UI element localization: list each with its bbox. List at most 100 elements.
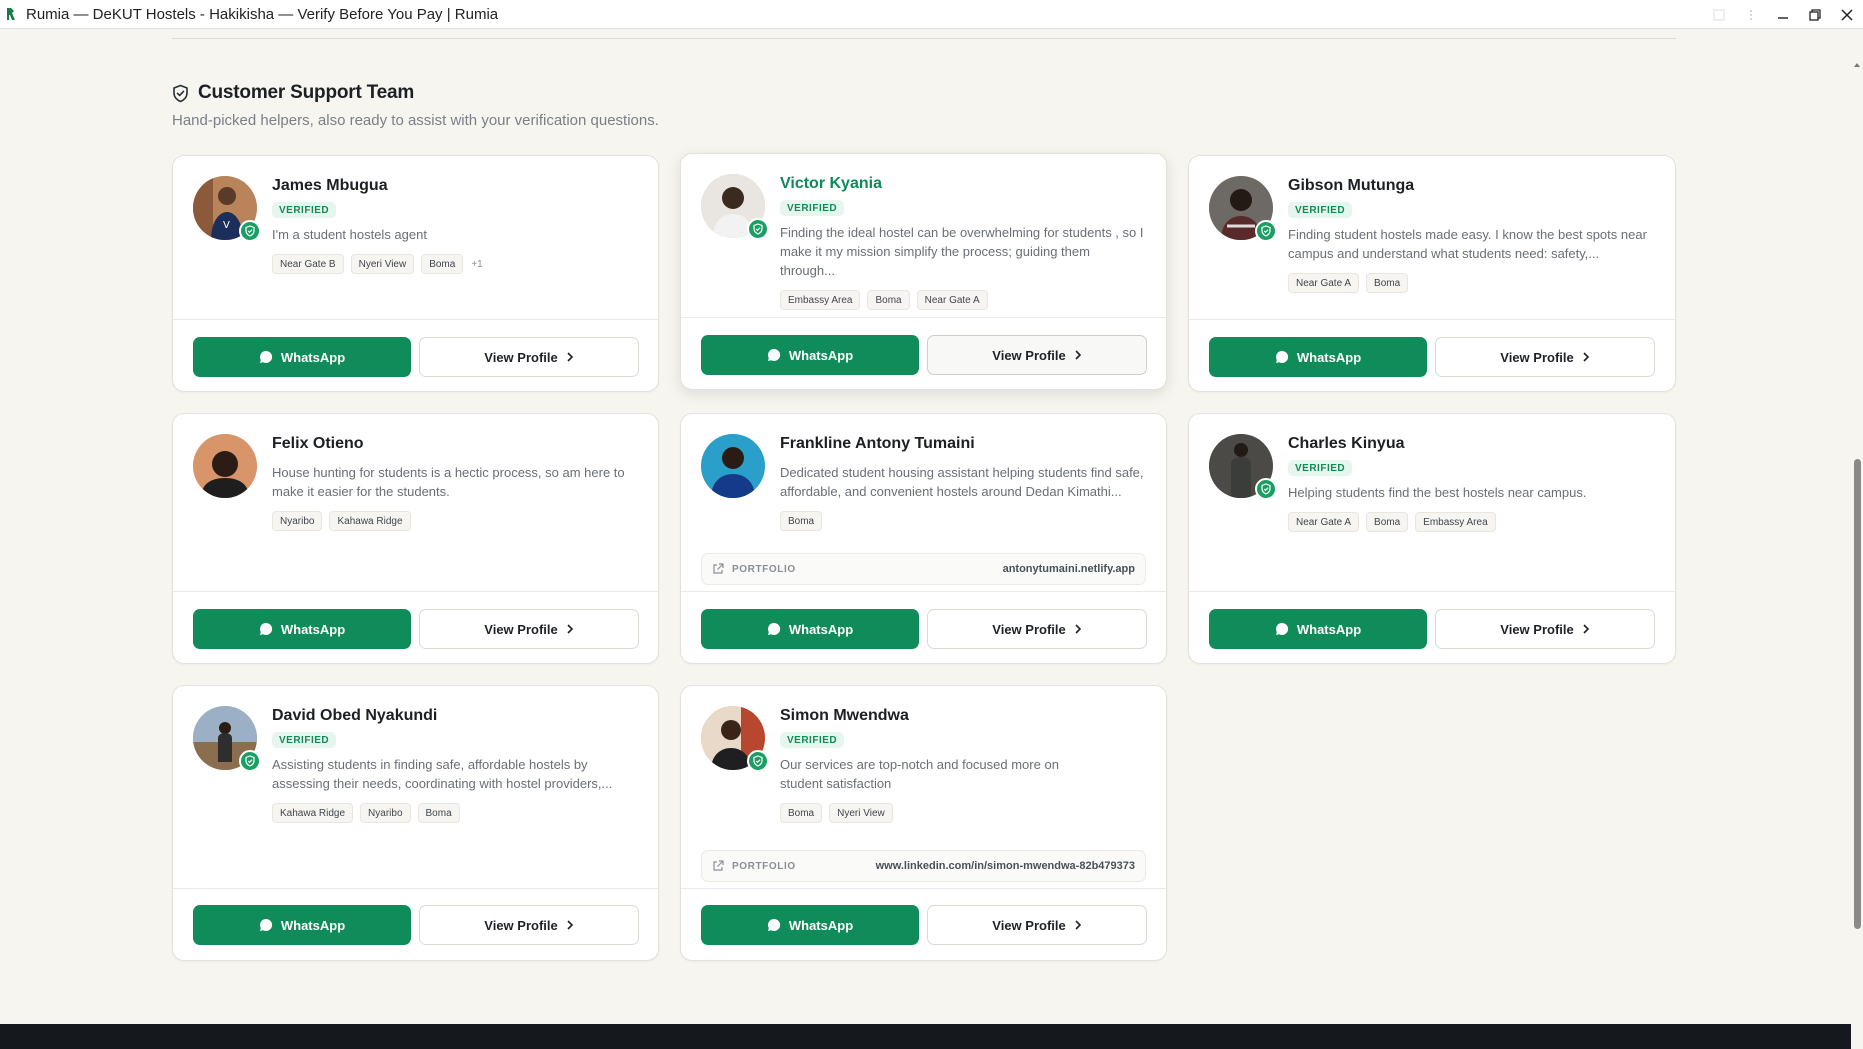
- agent-card: Felix Otieno House hunting for students …: [172, 413, 659, 664]
- chevron-right-icon: [1075, 920, 1081, 930]
- avatar: V: [193, 176, 261, 242]
- location-tag: Boma: [1366, 273, 1409, 293]
- agent-bio: I'm a student hostels agent: [272, 227, 427, 242]
- location-tag: Nyeri View: [350, 254, 415, 274]
- location-tags: Near Gate B Nyeri View Boma +1: [272, 254, 638, 274]
- agent-bio: House hunting for students is a hectic p…: [272, 465, 625, 499]
- chevron-right-icon: [567, 920, 573, 930]
- card-divider: [173, 591, 658, 592]
- agent-name[interactable]: Gibson Mutunga: [1288, 176, 1655, 196]
- agent-name[interactable]: Victor Kyania: [780, 174, 1146, 194]
- view-profile-button[interactable]: View Profile: [419, 609, 639, 649]
- whatsapp-button[interactable]: WhatsApp: [701, 335, 919, 375]
- whatsapp-button[interactable]: WhatsApp: [701, 609, 919, 649]
- view-profile-button[interactable]: View Profile: [1435, 337, 1655, 377]
- window-menu-icon[interactable]: [1735, 0, 1767, 29]
- location-tag: Kahawa Ridge: [329, 511, 411, 531]
- minimize-icon[interactable]: [1767, 0, 1799, 29]
- location-tag: Boma: [421, 254, 464, 274]
- view-profile-button[interactable]: View Profile: [1435, 609, 1655, 649]
- verified-check-icon: [1255, 478, 1277, 500]
- whatsapp-button[interactable]: WhatsApp: [1209, 609, 1427, 649]
- whatsapp-label: WhatsApp: [788, 917, 854, 933]
- verified-check-icon: [239, 750, 261, 772]
- chevron-right-icon: [567, 624, 573, 634]
- verified-check-icon: [747, 750, 769, 772]
- view-profile-button[interactable]: View Profile: [927, 609, 1147, 649]
- view-profile-label: View Profile: [484, 349, 558, 365]
- agent-name[interactable]: Felix Otieno: [272, 434, 638, 454]
- location-tag: Kahawa Ridge: [272, 803, 354, 823]
- agent-name[interactable]: Frankline Antony Tumaini: [780, 434, 1146, 454]
- agent-card: Victor Kyania VERIFIED Finding the ideal…: [680, 153, 1167, 390]
- agent-name[interactable]: Simon Mwendwa: [780, 706, 1066, 726]
- view-profile-button[interactable]: View Profile: [419, 337, 639, 377]
- view-profile-button[interactable]: View Profile: [927, 905, 1147, 945]
- shield-check-icon: [173, 84, 188, 102]
- location-tag: Near Gate B: [272, 254, 344, 274]
- location-tag: Boma: [780, 511, 823, 531]
- whatsapp-label: WhatsApp: [788, 347, 854, 363]
- location-tag: Near Gate A: [916, 290, 988, 310]
- page-scrollbar[interactable]: [1851, 29, 1863, 1024]
- agent-bio: Assisting students in finding safe, affo…: [272, 757, 613, 791]
- whatsapp-icon: [1275, 350, 1288, 363]
- verified-badge: VERIFIED: [1288, 460, 1353, 476]
- whatsapp-button[interactable]: WhatsApp: [193, 609, 411, 649]
- avatar: [1209, 434, 1277, 500]
- location-tag: Nyeri View: [829, 803, 893, 823]
- app-logo-icon: [7, 8, 15, 20]
- verified-check-icon: [747, 218, 769, 240]
- scroll-up-icon[interactable]: [1854, 62, 1860, 68]
- location-tags: Nyaribo Kahawa Ridge: [272, 511, 638, 531]
- whatsapp-button[interactable]: WhatsApp: [193, 337, 411, 377]
- location-tag: Near Gate A: [1288, 512, 1360, 532]
- portfolio-link[interactable]: PORTFOLIO www.linkedin.com/in/simon-mwen…: [701, 850, 1146, 882]
- window-extension-icon[interactable]: [1703, 0, 1735, 29]
- section-divider: [172, 38, 1676, 39]
- agent-bio: Helping students find the best hostels n…: [1288, 485, 1587, 500]
- portfolio-url[interactable]: www.linkedin.com/in/simon-mwendwa-82b479…: [876, 860, 1135, 872]
- section-title: Customer Support Team: [198, 82, 415, 103]
- avatar: [701, 706, 769, 772]
- whatsapp-label: WhatsApp: [1296, 349, 1362, 365]
- agent-card: Gibson Mutunga VERIFIED Finding student …: [1188, 155, 1676, 392]
- agent-bio: Dedicated student housing assistant help…: [780, 465, 1144, 499]
- window-titlebar: Rumia — DeKUT Hostels - Hakikisha — Veri…: [0, 0, 1863, 29]
- restore-icon[interactable]: [1799, 0, 1831, 29]
- verified-badge: VERIFIED: [1288, 202, 1353, 218]
- location-tag: Nyaribo: [272, 511, 323, 531]
- view-profile-label: View Profile: [484, 621, 558, 637]
- scrollbar-thumb[interactable]: [1854, 459, 1861, 929]
- whatsapp-button[interactable]: WhatsApp: [193, 905, 411, 945]
- agent-name[interactable]: Charles Kinyua: [1288, 434, 1655, 454]
- chevron-right-icon: [1075, 624, 1081, 634]
- view-profile-button[interactable]: View Profile: [927, 335, 1147, 375]
- card-divider: [1189, 591, 1675, 592]
- agent-bio: Finding student hostels made easy. I kno…: [1288, 227, 1647, 261]
- close-icon[interactable]: [1831, 0, 1863, 29]
- more-tags-count: +1: [471, 258, 483, 270]
- location-tag: Boma: [1366, 512, 1409, 532]
- external-link-icon: [713, 563, 724, 574]
- portfolio-link[interactable]: PORTFOLIO antonytumaini.netlify.app: [701, 553, 1146, 585]
- portfolio-label: PORTFOLIO: [732, 860, 796, 872]
- agent-name[interactable]: James Mbugua: [272, 176, 638, 196]
- whatsapp-button[interactable]: WhatsApp: [701, 905, 919, 945]
- verified-badge: VERIFIED: [780, 732, 845, 748]
- whatsapp-icon: [767, 622, 780, 635]
- whatsapp-icon: [767, 348, 780, 361]
- whatsapp-icon: [767, 918, 780, 931]
- location-tag: Boma: [417, 803, 460, 823]
- agent-card: Charles Kinyua VERIFIED Helping students…: [1188, 413, 1676, 664]
- portfolio-url[interactable]: antonytumaini.netlify.app: [1003, 563, 1135, 575]
- whatsapp-label: WhatsApp: [280, 621, 346, 637]
- view-profile-button[interactable]: View Profile: [419, 905, 639, 945]
- whatsapp-button[interactable]: WhatsApp: [1209, 337, 1427, 377]
- avatar: [193, 706, 261, 772]
- agent-name[interactable]: David Obed Nyakundi: [272, 706, 638, 726]
- verified-check-icon: [239, 220, 261, 242]
- whatsapp-label: WhatsApp: [280, 349, 346, 365]
- card-divider: [1189, 319, 1675, 320]
- section-subtitle: Hand-picked helpers, also ready to assis…: [172, 112, 659, 129]
